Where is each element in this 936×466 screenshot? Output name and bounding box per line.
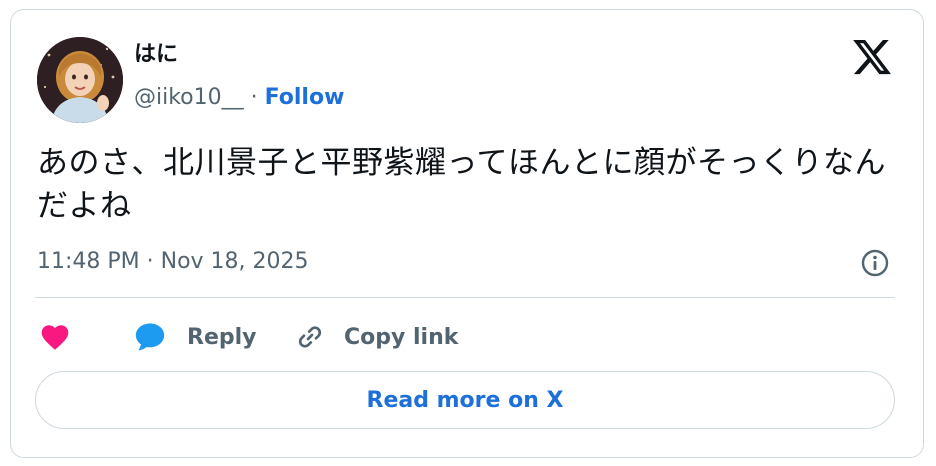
read-more-label: Read more on X bbox=[366, 387, 564, 413]
x-logo-icon[interactable] bbox=[851, 36, 893, 78]
info-icon[interactable] bbox=[859, 247, 891, 279]
copy-link-label: Copy link bbox=[344, 324, 459, 350]
author-handle[interactable]: @iiko10__ bbox=[134, 85, 244, 110]
tweet-text: あのさ、北川景子と平野紫耀ってほんとに顔がそっくりなんだよね bbox=[37, 145, 886, 224]
like-button[interactable] bbox=[39, 315, 71, 359]
action-bar: Reply Copy link bbox=[11, 315, 925, 359]
heart-icon bbox=[41, 325, 69, 350]
reply-button[interactable]: Reply bbox=[133, 315, 257, 359]
reply-label: Reply bbox=[187, 324, 257, 350]
read-more-button[interactable]: Read more on X bbox=[35, 371, 895, 429]
tweet-embed-card: はに @iiko10__ · Follow あのさ、北川景子と平野紫耀ってほんと… bbox=[10, 9, 924, 458]
speech-bubble-icon bbox=[135, 323, 165, 351]
avatar[interactable] bbox=[37, 37, 123, 123]
tweet-timestamp[interactable]: 11:48 PM · Nov 18, 2025 bbox=[37, 248, 309, 276]
author-handle-row: @iiko10__ · Follow bbox=[134, 84, 344, 112]
handle-separator: · bbox=[243, 85, 265, 110]
divider bbox=[35, 297, 895, 298]
author-display-name[interactable]: はに bbox=[134, 41, 178, 69]
copy-link-button[interactable]: Copy link bbox=[294, 315, 458, 359]
link-icon bbox=[298, 326, 322, 348]
follow-button[interactable]: Follow bbox=[265, 85, 345, 110]
